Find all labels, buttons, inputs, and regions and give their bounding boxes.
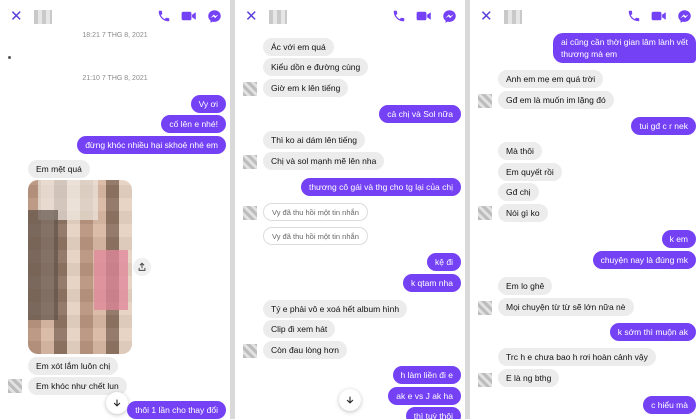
chevron-down-icon[interactable] (106, 392, 128, 414)
message-out[interactable]: ak e vs J ak ha (388, 387, 461, 405)
message-in[interactable]: Em mệt quá (28, 160, 90, 178)
chat-header: ✕ (235, 0, 465, 34)
message-in[interactable]: Em xót lắm luôn chị (28, 357, 119, 375)
chat-panel-2: ✕ Ác với em quá Kiểu dồn e đường cùng Gi… (235, 0, 465, 419)
message-in[interactable]: Mọi chuyện từ từ sẽ lớn nữa nè (498, 298, 634, 316)
message-in[interactable]: Thì ko ai dám lên tiếng (263, 131, 365, 149)
close-icon[interactable]: ✕ (480, 8, 493, 24)
message-out[interactable]: k sớm thì muộn ak (609, 323, 696, 341)
messenger-icon[interactable] (441, 8, 457, 24)
phone-icon[interactable] (156, 8, 172, 24)
message-in[interactable]: Mà thôi (498, 142, 542, 160)
message-out[interactable]: chuyện nay là đúng mk (592, 251, 696, 269)
messenger-icon[interactable] (676, 8, 692, 24)
close-icon[interactable]: ✕ (245, 8, 258, 24)
chat-panel-1: ✕ 18:21 7 THG 8, 2021 21:10 7 THG 8, 202… (0, 0, 230, 419)
message-in[interactable]: Còn đau lòng hơn (263, 341, 347, 359)
message-in[interactable]: Anh em mẹ em quá trời (498, 70, 604, 88)
message-out[interactable]: ai cũng cần thời gian lâm lành vết thươn… (552, 33, 696, 63)
message-out[interactable]: k qtam nha (402, 274, 461, 292)
chevron-down-icon[interactable] (339, 389, 361, 411)
message-out[interactable]: đừng khóc nhiều hại skhoẻ nhé em (77, 136, 226, 154)
chat-header: ✕ (0, 0, 230, 34)
message-out[interactable]: kệ đi (427, 253, 461, 271)
message-line: thương mà em (560, 49, 618, 59)
avatar (243, 155, 257, 169)
message-out[interactable]: cả chị và Sol nữa (379, 105, 461, 123)
contact-avatar (504, 10, 522, 24)
messenger-icon[interactable] (206, 8, 222, 24)
unsent-message: Vy đã thu hồi một tin nhắn (263, 203, 368, 221)
avatar (478, 206, 492, 220)
unsent-message: Vy đã thu hồi một tin nhắn (263, 227, 368, 245)
message-out[interactable]: cố lên e nhé! (161, 115, 226, 133)
message-out[interactable]: thì tuỳ thôi (405, 407, 461, 419)
chat-panel-3: ✕ ai cũng cần thời gian lâm lành vết thư… (470, 0, 700, 419)
share-icon[interactable] (133, 258, 151, 276)
message-out[interactable]: h làm liền đi e (392, 366, 461, 384)
message-line: ai cũng cần thời gian lâm lành vết (560, 37, 688, 47)
message-out[interactable]: thương cô gái và thg cho tg lại của chị (300, 178, 461, 196)
avatar (243, 206, 257, 220)
avatar (243, 344, 257, 358)
message-out[interactable]: c hiểu mà (643, 396, 696, 414)
phone-icon[interactable] (626, 8, 642, 24)
avatar (478, 94, 492, 108)
contact-avatar (269, 10, 287, 24)
message-in[interactable]: Ác với em quá (263, 38, 334, 56)
video-icon[interactable] (416, 8, 432, 24)
message-out[interactable]: tui gđ c r nek (631, 117, 696, 135)
timestamp: 18:21 7 THG 8, 2021 (82, 32, 148, 39)
message-in[interactable]: Clip đi xem hát (263, 320, 336, 338)
avatar (8, 379, 22, 393)
video-icon[interactable] (651, 8, 667, 24)
close-icon[interactable]: ✕ (10, 8, 23, 24)
message-in[interactable]: Tý e phải vô e xoá hết album hình (263, 300, 408, 318)
avatar (478, 373, 492, 387)
typing-dot (8, 56, 11, 59)
message-in[interactable]: Kiểu dồn e đường cùng (263, 58, 369, 76)
photo-region (28, 210, 58, 320)
chat-header: ✕ (470, 0, 700, 34)
message-in[interactable]: Gđ em là muốn im lặng đó (498, 91, 614, 109)
message-in[interactable]: Chị và sol mạnh mẽ lên nha (263, 152, 385, 170)
message-out[interactable]: k em (661, 230, 696, 248)
message-in[interactable]: Gđ chị (498, 183, 539, 201)
video-icon[interactable] (181, 8, 197, 24)
shared-photo[interactable] (28, 180, 132, 354)
message-out[interactable]: thôi 1 lần cho thay đổi (127, 401, 226, 419)
message-in[interactable]: E là ng bthg (498, 369, 560, 387)
message-in[interactable]: Giờ em k lên tiếng (263, 79, 349, 97)
avatar (243, 82, 257, 96)
phone-icon[interactable] (391, 8, 407, 24)
message-in[interactable]: Em quyết rồi (498, 163, 562, 181)
timestamp: 21:10 7 THG 8, 2021 (82, 75, 148, 82)
photo-region (94, 250, 128, 310)
avatar (478, 301, 492, 315)
message-out[interactable]: Vy ơi (190, 95, 226, 113)
message-in[interactable]: Nói gì ko (498, 204, 548, 222)
message-in[interactable]: Trc h e chưa bao h rơi hoàn cảnh vậy (498, 348, 656, 366)
contact-avatar (34, 10, 52, 24)
message-in[interactable]: Em lo ghê (498, 277, 553, 295)
